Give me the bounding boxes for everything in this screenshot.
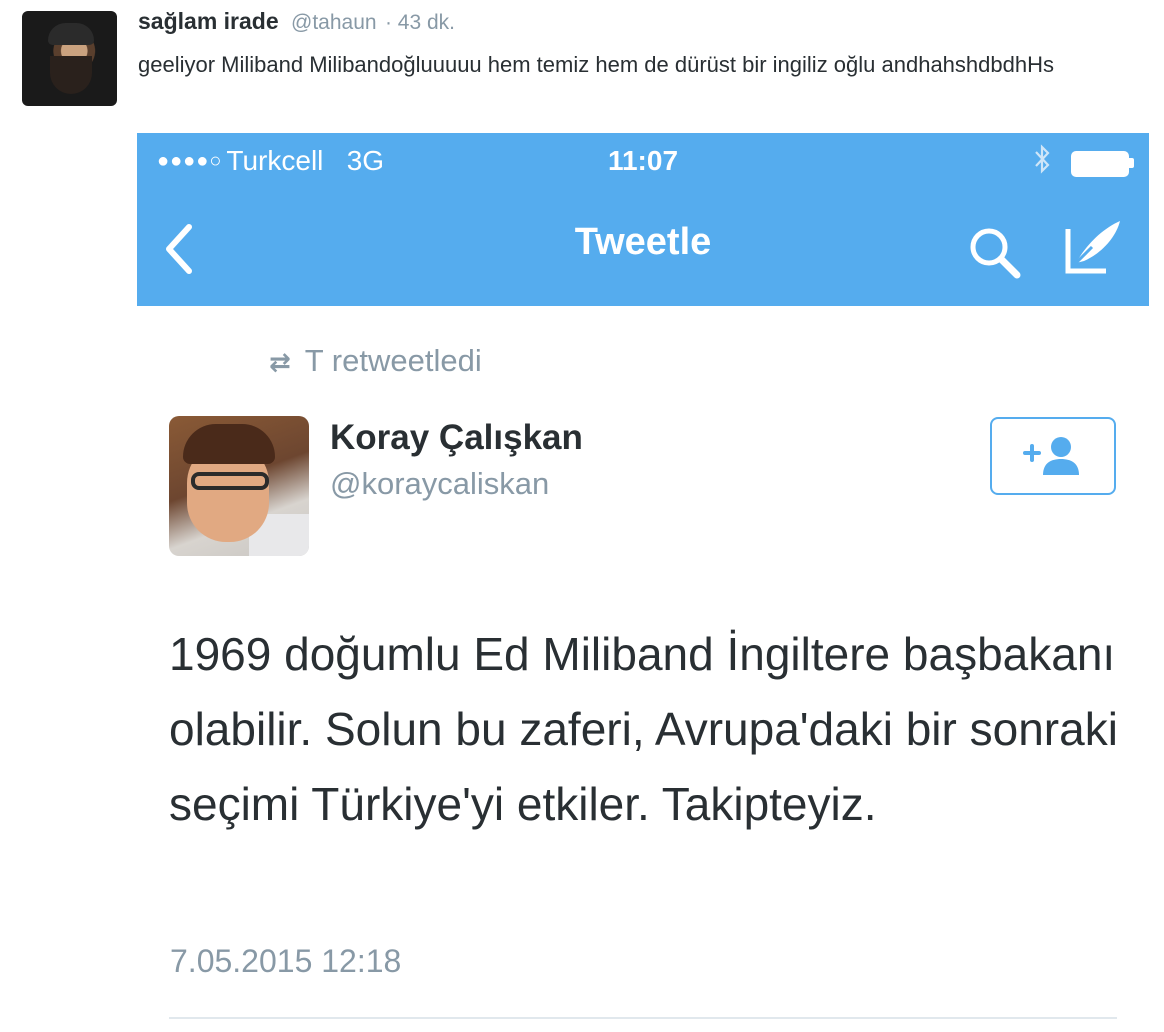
user-avatar[interactable] <box>22 11 117 106</box>
divider <box>169 1017 1117 1019</box>
tweet-date[interactable]: 7.05.2015 12:18 <box>170 943 401 980</box>
author-avatar[interactable] <box>169 416 309 556</box>
retweet-icon: ⇄ <box>269 347 291 377</box>
avatar-hair <box>183 424 275 464</box>
add-user-icon <box>1023 437 1079 475</box>
display-name[interactable]: sağlam irade <box>138 8 279 34</box>
author-handle[interactable]: @koraycaliskan <box>330 466 549 502</box>
retweet-label[interactable]: T retweetledi <box>305 343 482 378</box>
follow-button[interactable] <box>990 417 1116 495</box>
battery-icon <box>1071 151 1129 177</box>
compose-icon[interactable] <box>1062 217 1126 277</box>
avatar-hair <box>48 23 94 45</box>
attached-screenshot[interactable]: ●●●●○ Turkcell 3G 11:07 Tweetle ⇄ T retwee… <box>137 133 1149 1032</box>
bluetooth-icon <box>1032 143 1052 183</box>
user-handle[interactable]: @tahaun <box>291 11 377 34</box>
quoted-tweet-text: 1969 doğumlu Ed Miliband İngiltere başba… <box>169 628 1118 830</box>
avatar-beard <box>50 56 92 94</box>
avatar-glasses <box>191 472 269 490</box>
retweet-context: ⇄ T retweetledi <box>269 343 482 379</box>
tweet-header: sağlam irade @tahaun · 43 dk. <box>138 8 455 35</box>
app-navbar: ●●●●○ Turkcell 3G 11:07 Tweetle <box>137 133 1149 306</box>
status-time: 11:07 <box>607 145 679 176</box>
battery-tip <box>1129 158 1134 168</box>
tweet-text: geeliyor Miliband Milibandoğluuuuu hem t… <box>138 52 1054 77</box>
author-name[interactable]: Koray Çalışkan <box>330 418 583 458</box>
search-icon[interactable] <box>965 223 1025 283</box>
tweet-time[interactable]: · 43 dk. <box>385 11 455 34</box>
